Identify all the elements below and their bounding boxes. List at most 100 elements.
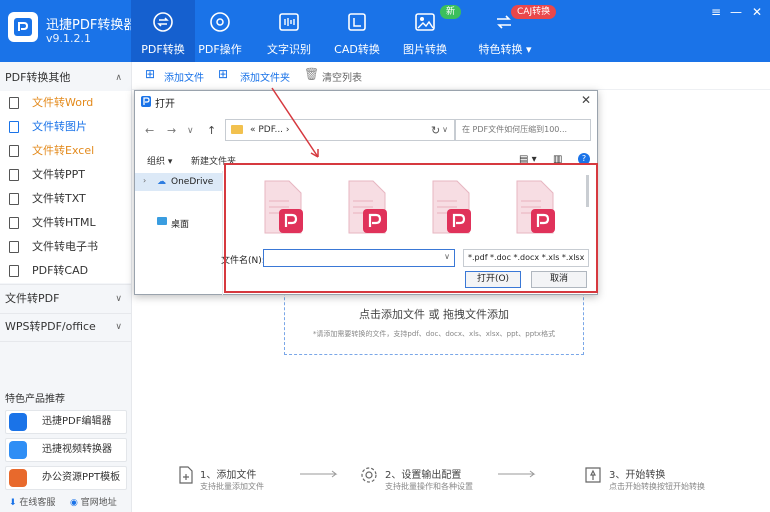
pdf-editor-icon [9,413,27,431]
gear-icon [361,467,377,483]
cancel-button[interactable]: 取消 [531,271,587,288]
up-arrow-icon[interactable]: ↑ [207,124,216,137]
ppt-template-icon [9,469,27,487]
step-3-desc: 点击开始转换按钮开始转换 [609,482,705,491]
chevron-down-icon[interactable]: ∨ [442,120,448,140]
forward-arrow-icon[interactable]: → [167,124,176,137]
sidebar-item-to-image[interactable]: 文件转图片 [0,115,131,139]
search-input[interactable]: 在 PDF文件如何压缩到100... [455,119,591,141]
address-bar[interactable]: « PDF... › ∨ [225,119,455,141]
sidebar-item-label: 文件转电子书 [32,240,98,253]
tree-label: OneDrive [171,177,214,187]
app-version: v9.1.2.1 [46,32,91,45]
tree-item-desktop[interactable]: 桌面 [135,215,223,231]
cloud-icon: ☁ [157,177,166,187]
sidebar-item-to-ebook[interactable]: 文件转电子书 [0,235,131,259]
refresh-icon[interactable]: ↻ [431,124,440,137]
tab-label: 文字识别 [267,43,311,56]
pdf-file-icon[interactable] [259,179,305,237]
sidebar-item-label: 文件转Word [32,96,94,109]
app-name: 迅捷PDF转换器 [46,18,137,33]
file-type-select[interactable]: *.pdf *.doc *.docx *.xls *.xlsx [463,249,589,267]
expand-chevron-icon[interactable]: › [143,176,146,185]
drop-zone-hint: *请添加需要转换的文件，支持pdf、doc、docx、xls、xlsx、ppt、… [312,330,556,338]
pdf-file-icon[interactable] [511,179,557,237]
sidebar: PDF转换其他 ∧ 文件转Word 文件转图片 文件转Excel 文件转PPT … [0,62,132,512]
add-file-button[interactable]: 添加文件 [164,69,204,84]
clear-list-button[interactable]: 清空列表 [322,69,362,84]
add-file-step-icon [179,466,193,484]
step-1-desc: 支持批量添加文件 [200,482,264,491]
step-arrow-icon [300,470,338,478]
file-icon [9,169,19,181]
step-3-title: 3、开始转换 [609,470,666,481]
help-icon[interactable]: ? [578,153,590,165]
filename-input[interactable]: ∨ [263,249,455,267]
trash-icon: 🗑 [304,67,320,81]
view-options-icon[interactable]: ▤ ▾ [519,154,537,165]
scrollbar[interactable] [586,175,589,207]
organize-menu[interactable]: 组织 ▾ [147,154,172,167]
tab-label: CAD转换 [334,43,380,56]
new-badge: 新 [440,5,462,19]
sidebar-group-wps[interactable]: WPS转PDF/office ∨ [0,313,131,341]
tab-pdf-operate[interactable]: PDF操作 [188,0,252,62]
file-icon [9,241,19,253]
chevron-down-icon[interactable]: ∨ [444,252,450,261]
open-button[interactable]: 打开(O) [465,271,521,288]
sidebar-group-to-pdf[interactable]: 文件转PDF ∨ [0,285,131,313]
promo-pdf-editor-button[interactable]: 迅捷PDF编辑器 [5,410,127,434]
sidebar-group-pdf-convert[interactable]: PDF转换其他 ∧ [0,64,131,92]
sidebar-item-to-excel[interactable]: 文件转Excel [0,139,131,163]
close-button[interactable]: ✕ [748,4,766,20]
history-chevron-icon[interactable]: ∨ [187,126,194,136]
file-icon [9,145,19,157]
image-file-icon [9,121,19,133]
tree-label: 桌面 [171,220,190,230]
add-file-icon: ⊞ [145,67,156,81]
promo-video-converter-button[interactable]: 迅捷视频转换器 [5,438,127,462]
minimize-button[interactable]: — [727,4,745,20]
menu-button[interactable]: ≡ [707,4,725,20]
sidebar-item-to-word[interactable]: 文件转Word [0,91,131,115]
tab-ocr[interactable]: 文字识别 [257,0,321,62]
file-icon [9,265,19,277]
chevron-down-icon: ∨ [115,294,122,304]
title-bar: 迅捷PDF转换器 v9.1.2.1 PDF转换 PDF操作 文字识别 CAD转换… [0,0,770,62]
tree-item-onedrive[interactable]: › ☁ OneDrive [135,173,223,191]
pdf-file-icon[interactable] [343,179,389,237]
promo-ppt-template-button[interactable]: 办公资源PPT模板 [5,466,127,490]
convert-icon [153,12,173,32]
back-arrow-icon[interactable]: ← [145,124,154,137]
ocr-icon [279,13,299,31]
sidebar-item-to-html[interactable]: 文件转HTML [0,211,131,235]
dialog-close-icon[interactable]: ✕ [581,93,591,107]
main-toolbar: ⊞ 添加文件 ⊞ 添加文件夹 🗑 清空列表 [132,62,770,90]
sidebar-item-label: 文件转PPT [32,168,85,181]
tab-label: 特色转换 ▾ [478,43,532,56]
sidebar-item-to-txt[interactable]: 文件转TXT [0,187,131,211]
tab-label: PDF转换 [141,43,185,56]
step-2-desc: 支持批量操作和各种设置 [385,482,473,491]
app-logo [8,12,38,42]
service-icon: ⬇ [9,498,20,508]
pdf-file-icon[interactable] [427,179,473,237]
new-folder-button[interactable]: 新建文件夹 [191,154,236,167]
sidebar-item-pdf-to-cad[interactable]: PDF转CAD [0,259,131,283]
tab-cad[interactable]: CAD转换 [325,0,389,62]
online-service-link[interactable]: ⬇ 在线客服 [9,495,55,508]
drop-zone-title: 点击添加文件 或 拖拽文件添加 [359,308,509,321]
website-label: 官网地址 [80,498,117,508]
add-folder-icon: ⊞ [218,67,229,81]
video-converter-icon [9,441,27,459]
promo-label: 迅捷PDF编辑器 [42,416,112,427]
website-link[interactable]: ◉ 官网地址 [70,495,117,508]
add-folder-button[interactable]: 添加文件夹 [240,69,290,84]
tab-label: 图片转换 [403,43,447,56]
sidebar-item-label: 文件转HTML [32,216,96,229]
preview-pane-icon[interactable]: ▥ [553,154,562,165]
sidebar-item-to-ppt[interactable]: 文件转PPT [0,163,131,187]
dialog-title: 打开 [155,99,175,110]
tab-pdf-convert[interactable]: PDF转换 [131,0,195,62]
step-2-title: 2、设置输出配置 [385,470,462,481]
